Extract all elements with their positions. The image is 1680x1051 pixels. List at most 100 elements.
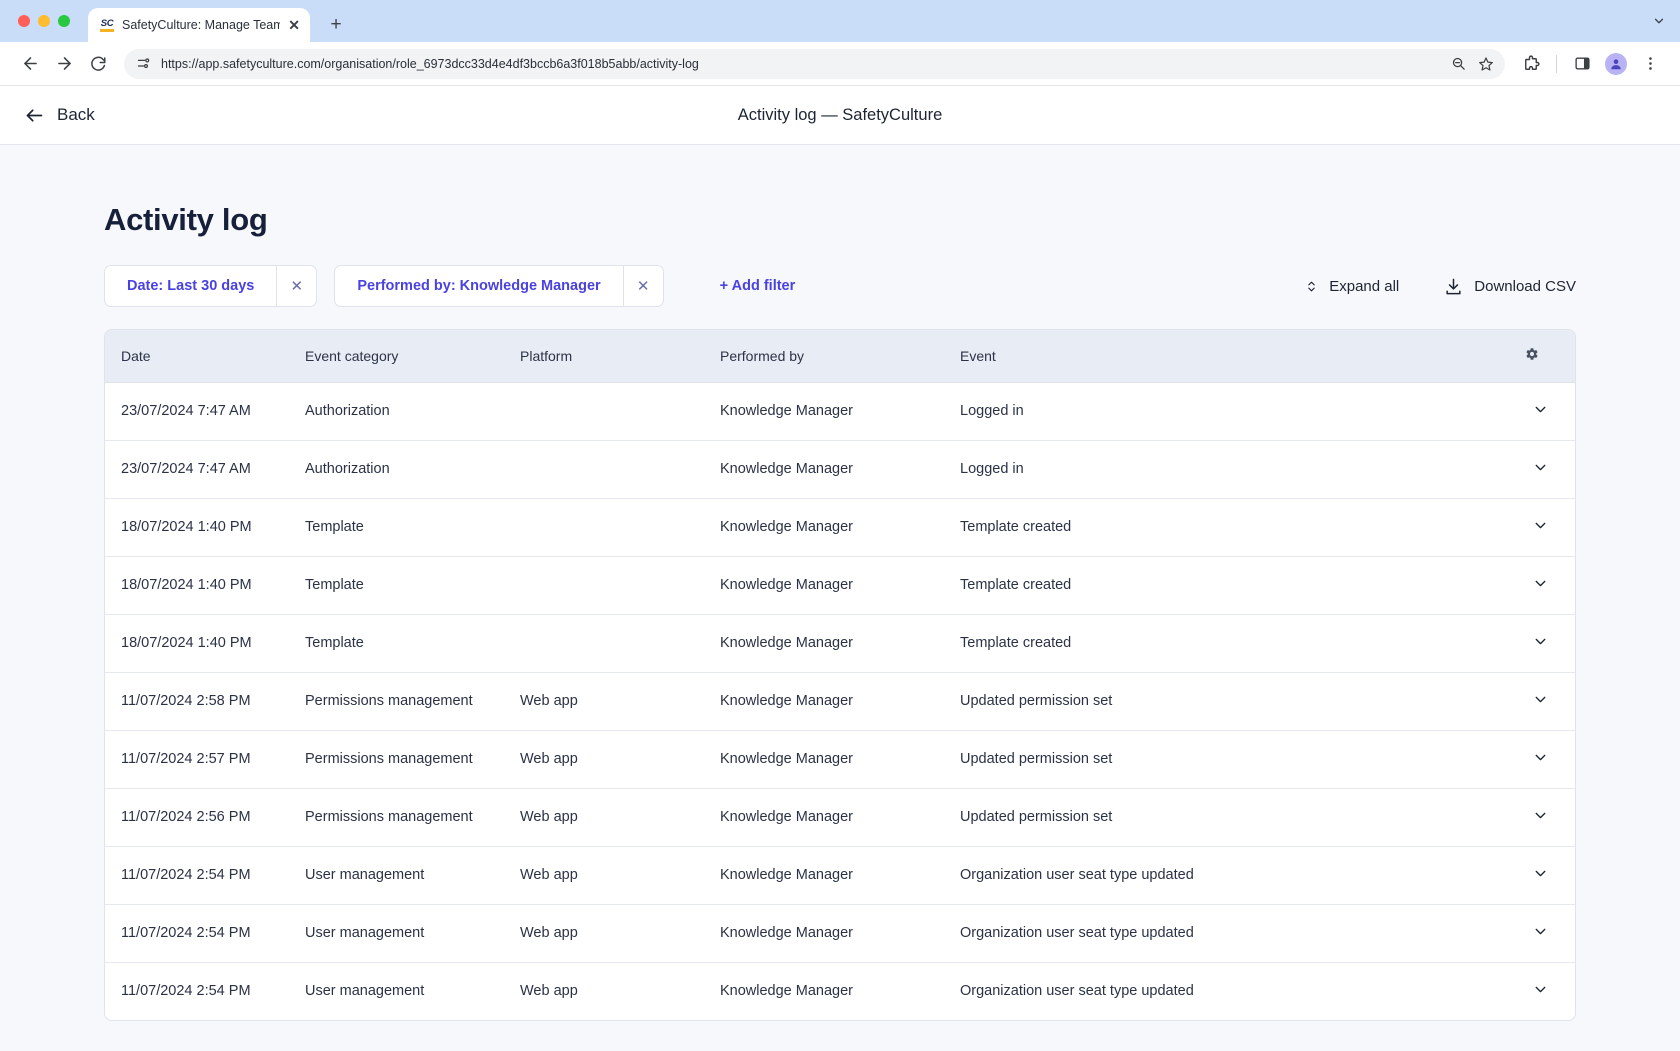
tabstrip-right bbox=[1652, 0, 1680, 42]
star-icon[interactable] bbox=[1473, 51, 1499, 77]
row-expand-button[interactable] bbox=[1505, 556, 1575, 614]
cell-performed-by: Knowledge Manager bbox=[720, 498, 960, 556]
filter-bar: Date: Last 30 days ✕ Performed by: Knowl… bbox=[104, 265, 1576, 307]
extensions-puzzle-icon[interactable] bbox=[1515, 48, 1547, 80]
column-header-date[interactable]: Date bbox=[105, 330, 305, 382]
table-settings-button[interactable] bbox=[1505, 330, 1575, 382]
cell-platform bbox=[520, 556, 720, 614]
column-header-platform[interactable]: Platform bbox=[520, 330, 720, 382]
close-icon[interactable]: ✕ bbox=[287, 18, 301, 32]
download-csv-label: Download CSV bbox=[1474, 278, 1576, 295]
table-row[interactable]: 11/07/2024 2:54 PMUser managementWeb app… bbox=[105, 904, 1575, 962]
cell-event: Template created bbox=[960, 614, 1505, 672]
cell-event: Updated permission set bbox=[960, 788, 1505, 846]
column-header-event-category[interactable]: Event category bbox=[305, 330, 520, 382]
table-row[interactable]: 18/07/2024 1:40 PMTemplateKnowledge Mana… bbox=[105, 498, 1575, 556]
expand-collapse-icon bbox=[1305, 278, 1318, 295]
row-expand-button[interactable] bbox=[1505, 962, 1575, 1020]
row-expand-button[interactable] bbox=[1505, 846, 1575, 904]
cell-date: 18/07/2024 1:40 PM bbox=[105, 614, 305, 672]
main-content: Activity log Date: Last 30 days ✕ Perfor… bbox=[0, 145, 1680, 1051]
cell-event: Logged in bbox=[960, 440, 1505, 498]
minimize-window-button[interactable] bbox=[38, 15, 50, 27]
table-row[interactable]: 23/07/2024 7:47 AMAuthorizationKnowledge… bbox=[105, 440, 1575, 498]
page-viewport: Back Activity log — SafetyCulture Activi… bbox=[0, 86, 1680, 1051]
cell-platform bbox=[520, 382, 720, 440]
back-button[interactable]: Back bbox=[24, 105, 95, 126]
table-row[interactable]: 11/07/2024 2:54 PMUser managementWeb app… bbox=[105, 962, 1575, 1020]
row-expand-button[interactable] bbox=[1505, 904, 1575, 962]
table-row[interactable]: 11/07/2024 2:58 PMPermissions management… bbox=[105, 672, 1575, 730]
chevron-down-icon[interactable] bbox=[1652, 14, 1666, 28]
table-row[interactable]: 11/07/2024 2:57 PMPermissions management… bbox=[105, 730, 1575, 788]
table-row[interactable]: 23/07/2024 7:47 AMAuthorizationKnowledge… bbox=[105, 382, 1575, 440]
favicon-text: SC bbox=[101, 19, 113, 29]
browser-window: SC SafetyCulture: Manage Teams and... ✕ … bbox=[0, 0, 1680, 1051]
omnibox-actions bbox=[1445, 51, 1499, 77]
row-expand-button[interactable] bbox=[1505, 614, 1575, 672]
cell-event: Updated permission set bbox=[960, 730, 1505, 788]
chevron-down-icon bbox=[1532, 981, 1549, 998]
profile-avatar-icon[interactable] bbox=[1600, 48, 1632, 80]
add-filter-button[interactable]: + Add filter bbox=[720, 278, 796, 294]
cell-event-category: Template bbox=[305, 614, 520, 672]
reload-icon[interactable] bbox=[82, 48, 114, 80]
filter-chip-date[interactable]: Date: Last 30 days ✕ bbox=[104, 265, 317, 307]
cell-event: Template created bbox=[960, 498, 1505, 556]
cell-platform: Web app bbox=[520, 672, 720, 730]
chevron-down-icon bbox=[1532, 807, 1549, 824]
cell-platform bbox=[520, 498, 720, 556]
cell-event-category: Authorization bbox=[305, 382, 520, 440]
table-row[interactable]: 11/07/2024 2:54 PMUser managementWeb app… bbox=[105, 846, 1575, 904]
browser-tab[interactable]: SC SafetyCulture: Manage Teams and... ✕ bbox=[88, 8, 310, 42]
close-icon[interactable]: ✕ bbox=[276, 266, 316, 306]
gear-icon bbox=[1524, 346, 1540, 362]
row-expand-button[interactable] bbox=[1505, 440, 1575, 498]
zoom-magnifier-icon[interactable] bbox=[1445, 51, 1471, 77]
site-settings-icon[interactable] bbox=[136, 56, 151, 71]
cell-event: Logged in bbox=[960, 382, 1505, 440]
new-tab-button[interactable]: + bbox=[322, 11, 350, 39]
column-header-event[interactable]: Event bbox=[960, 330, 1505, 382]
cell-date: 23/07/2024 7:47 AM bbox=[105, 382, 305, 440]
close-icon[interactable]: ✕ bbox=[623, 266, 663, 306]
safetyculture-favicon: SC bbox=[99, 17, 115, 33]
forward-arrow-icon[interactable] bbox=[48, 48, 80, 80]
table-row[interactable]: 11/07/2024 2:56 PMPermissions management… bbox=[105, 788, 1575, 846]
side-panel-icon[interactable] bbox=[1566, 48, 1598, 80]
download-csv-button[interactable]: Download CSV bbox=[1444, 277, 1576, 296]
column-header-performed-by[interactable]: Performed by bbox=[720, 330, 960, 382]
cell-event-category: Template bbox=[305, 556, 520, 614]
close-window-button[interactable] bbox=[18, 15, 30, 27]
cell-platform bbox=[520, 440, 720, 498]
back-arrow-icon[interactable] bbox=[14, 48, 46, 80]
maximize-window-button[interactable] bbox=[58, 15, 70, 27]
chevron-down-icon bbox=[1532, 459, 1549, 476]
table-row[interactable]: 18/07/2024 1:40 PMTemplateKnowledge Mana… bbox=[105, 614, 1575, 672]
row-expand-button[interactable] bbox=[1505, 788, 1575, 846]
row-expand-button[interactable] bbox=[1505, 382, 1575, 440]
row-expand-button[interactable] bbox=[1505, 730, 1575, 788]
cell-performed-by: Knowledge Manager bbox=[720, 556, 960, 614]
row-expand-button[interactable] bbox=[1505, 672, 1575, 730]
cell-date: 11/07/2024 2:58 PM bbox=[105, 672, 305, 730]
row-expand-button[interactable] bbox=[1505, 498, 1575, 556]
chevron-down-icon bbox=[1532, 865, 1549, 882]
expand-all-button[interactable]: Expand all bbox=[1305, 278, 1399, 295]
avatar bbox=[1605, 53, 1627, 75]
download-icon bbox=[1444, 277, 1463, 296]
cell-performed-by: Knowledge Manager bbox=[720, 846, 960, 904]
cell-date: 18/07/2024 1:40 PM bbox=[105, 498, 305, 556]
chevron-down-icon bbox=[1532, 633, 1549, 650]
three-dot-menu-icon[interactable] bbox=[1634, 48, 1666, 80]
chevron-down-icon bbox=[1532, 401, 1549, 418]
table-row[interactable]: 18/07/2024 1:40 PMTemplateKnowledge Mana… bbox=[105, 556, 1575, 614]
cell-date: 11/07/2024 2:56 PM bbox=[105, 788, 305, 846]
cell-event: Updated permission set bbox=[960, 672, 1505, 730]
cell-event-category: User management bbox=[305, 904, 520, 962]
table-header: Date Event category Platform Performed b… bbox=[105, 330, 1575, 382]
tab-strip: SC SafetyCulture: Manage Teams and... ✕ … bbox=[0, 0, 1680, 42]
filter-chip-performed-by[interactable]: Performed by: Knowledge Manager ✕ bbox=[334, 265, 663, 307]
address-bar[interactable]: https://app.safetyculture.com/organisati… bbox=[124, 49, 1505, 79]
cell-event-category: Permissions management bbox=[305, 788, 520, 846]
